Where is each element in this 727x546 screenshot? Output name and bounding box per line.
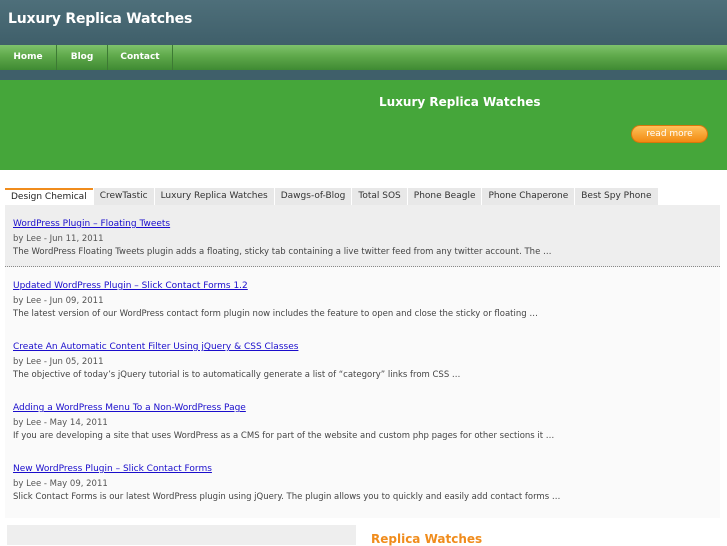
post-title-link[interactable]: Create An Automatic Content Filter Using…	[13, 342, 298, 352]
post-excerpt: The WordPress Floating Tweets plugin add…	[13, 247, 552, 257]
post-item: WordPress Plugin – Floating Tweets by Le…	[5, 205, 720, 267]
post-meta: by Lee - Jun 11, 2011	[13, 234, 104, 244]
tab-luxury-replica-watches[interactable]: Luxury Replica Watches	[154, 188, 274, 205]
tab-total-sos[interactable]: Total SOS	[352, 188, 407, 205]
tab-bar: Design Chemical CrewTastic Luxury Replic…	[5, 188, 659, 207]
tab-phone-chaperone[interactable]: Phone Chaperone	[482, 188, 575, 205]
post-meta: by Lee - May 14, 2011	[13, 418, 108, 428]
tab-panel: WordPress Plugin – Floating Tweets by Le…	[5, 205, 720, 518]
tab-best-spy-phone[interactable]: Best Spy Phone	[575, 188, 658, 205]
tab-phone-beagle[interactable]: Phone Beagle	[407, 188, 482, 205]
nav-item-contact[interactable]: Contact	[108, 45, 173, 70]
post-item: Adding a WordPress Menu To a Non-WordPre…	[5, 389, 720, 450]
post-meta: by Lee - May 09, 2011	[13, 479, 108, 489]
nav-divider-strip	[0, 70, 727, 80]
bottom-left-box	[7, 525, 356, 545]
nav-item-home[interactable]: Home	[0, 45, 57, 70]
post-meta: by Lee - Jun 09, 2011	[13, 296, 104, 306]
post-item: Updated WordPress Plugin – Slick Contact…	[5, 267, 720, 328]
tab-dawgs-of-blog[interactable]: Dawgs-of-Blog	[274, 188, 352, 205]
read-more-button[interactable]: read more	[631, 125, 708, 143]
section-heading: Replica Watches	[371, 532, 483, 546]
post-title-link[interactable]: Updated WordPress Plugin – Slick Contact…	[13, 281, 248, 291]
tab-crewtastic[interactable]: CrewTastic	[93, 188, 154, 205]
post-excerpt: The latest version of our WordPress cont…	[13, 309, 538, 319]
post-excerpt: If you are developing a site that uses W…	[13, 431, 555, 441]
post-excerpt: Slick Contact Forms is our latest WordPr…	[13, 492, 561, 502]
site-title[interactable]: Luxury Replica Watches	[8, 11, 192, 27]
post-title-link[interactable]: WordPress Plugin – Floating Tweets	[13, 219, 170, 229]
post-item: Create An Automatic Content Filter Using…	[5, 328, 720, 389]
post-item: New WordPress Plugin – Slick Contact For…	[5, 450, 720, 511]
banner-title: Luxury Replica Watches	[379, 95, 541, 109]
post-title-link[interactable]: Adding a WordPress Menu To a Non-WordPre…	[13, 403, 246, 413]
post-title-link[interactable]: New WordPress Plugin – Slick Contact For…	[13, 464, 212, 474]
post-meta: by Lee - Jun 05, 2011	[13, 357, 104, 367]
post-excerpt: The objective of today’s jQuery tutorial…	[13, 370, 461, 380]
nav-item-blog[interactable]: Blog	[57, 45, 108, 70]
main-nav: Home Blog Contact	[0, 45, 727, 70]
featured-banner: Luxury Replica Watches read more	[0, 80, 727, 170]
site-header: Luxury Replica Watches	[0, 0, 727, 45]
